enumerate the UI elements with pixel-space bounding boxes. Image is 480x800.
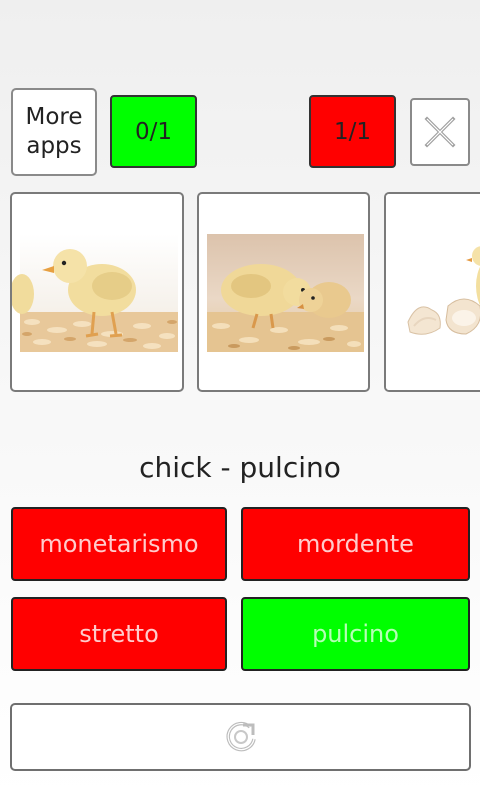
reload-button[interactable] — [10, 703, 471, 771]
correct-score-button[interactable]: 0/1 — [110, 95, 197, 168]
answer-button-stretto[interactable]: stretto — [11, 597, 227, 671]
answer-button-pulcino[interactable]: pulcino — [241, 597, 470, 671]
image-card-2[interactable] — [197, 192, 370, 392]
answer-button-monetarismo[interactable]: monetarismo — [11, 507, 227, 581]
chick-image-3 — [386, 194, 480, 390]
image-card-1[interactable] — [10, 192, 184, 392]
image-card-3[interactable] — [384, 192, 480, 392]
close-icon — [424, 116, 456, 148]
wrong-score-label: 1/1 — [333, 118, 371, 145]
more-apps-button[interactable]: More apps — [11, 88, 97, 176]
more-apps-label: More apps — [25, 104, 83, 159]
chick-image-1 — [12, 234, 178, 352]
answer-button-mordente[interactable]: mordente — [241, 507, 470, 581]
answer-label: pulcino — [312, 620, 399, 648]
answer-label: mordente — [297, 530, 414, 558]
wrong-score-button[interactable]: 1/1 — [309, 95, 396, 168]
close-button[interactable] — [410, 98, 470, 166]
word-prompt: chick - pulcino — [139, 451, 341, 484]
answer-label: monetarismo — [39, 530, 199, 558]
chick-image-2 — [207, 234, 364, 352]
reload-icon — [225, 721, 256, 752]
correct-score-label: 0/1 — [134, 118, 172, 145]
answer-label: stretto — [79, 620, 159, 648]
